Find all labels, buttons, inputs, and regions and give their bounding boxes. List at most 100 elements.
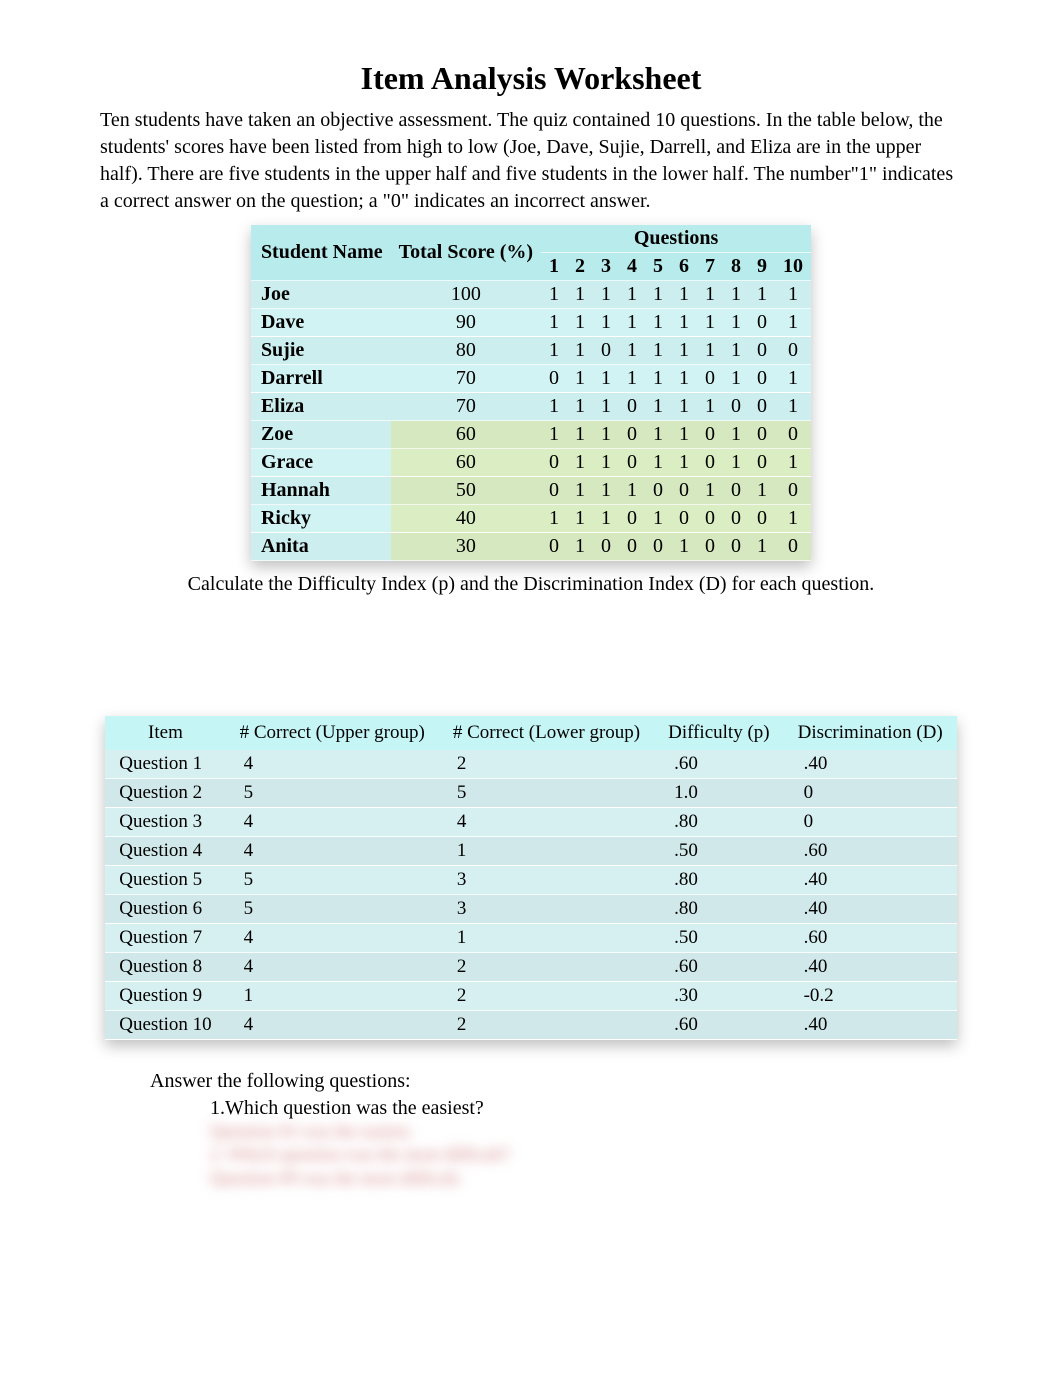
answer-cell: 1 [645,281,671,309]
answer-cell: 1 [697,309,723,337]
answer-cell: 0 [775,477,811,505]
answer-cell: 1 [593,281,619,309]
table-row: Eliza701110111001 [251,393,811,421]
student-name-cell: Dave [251,309,391,337]
answer-cell: 1 [541,421,567,449]
discrimination-cell: 0 [784,808,957,837]
table-row: Sujie801101111100 [251,337,811,365]
table-row: Question 2551.00 [105,779,956,808]
item-cell: Question 1 [105,750,225,779]
lower-correct-cell: 2 [439,1011,654,1040]
answer-cell: 1 [645,337,671,365]
answer-cell: 1 [645,449,671,477]
answer-cell: 0 [697,421,723,449]
answer-cell: 0 [749,365,775,393]
analysis-table: Item # Correct (Upper group) # Correct (… [105,716,956,1040]
answer-cell: 0 [723,393,749,421]
blurred-answer-2: Question #9 was the most difficult. [210,1167,962,1190]
discrimination-cell: .40 [784,953,957,982]
header-total-score: Total Score (%) [391,225,541,281]
item-cell: Question 8 [105,953,225,982]
answer-cell: 0 [619,533,645,561]
answer-cell: 1 [671,421,697,449]
difficulty-cell: .50 [654,837,784,866]
header-q5: 5 [645,253,671,281]
answer-cell: 0 [619,393,645,421]
page-title: Item Analysis Worksheet [100,60,962,97]
answer-cell: 0 [593,533,619,561]
answer-cell: 1 [541,337,567,365]
table-row: Ricky401110100001 [251,505,811,533]
student-name-cell: Anita [251,533,391,561]
answer-cell: 1 [671,449,697,477]
answer-cell: 1 [645,365,671,393]
discrimination-cell: .40 [784,866,957,895]
answer-cell: 1 [541,309,567,337]
answer-cell: 1 [775,449,811,477]
score-cell: 60 [391,449,541,477]
table-row: Joe1001111111111 [251,281,811,309]
answer-cell: 1 [619,337,645,365]
table-row: Grace600110110101 [251,449,811,477]
discrimination-cell: .40 [784,895,957,924]
lower-correct-cell: 2 [439,982,654,1011]
student-name-cell: Zoe [251,421,391,449]
difficulty-cell: .80 [654,808,784,837]
answer-cell: 1 [593,365,619,393]
answer-cell: 1 [749,477,775,505]
header-item: Item [105,716,225,750]
score-cell: 80 [391,337,541,365]
scores-table: Student Name Total Score (%) Questions 1… [251,225,811,561]
table-row: Question 653.80.40 [105,895,956,924]
question-1: 1.Which question was the easiest? [210,1097,962,1120]
difficulty-cell: .60 [654,750,784,779]
scores-table-wrap: Student Name Total Score (%) Questions 1… [100,225,962,561]
answer-cell: 1 [567,365,593,393]
answer-cell: 0 [671,477,697,505]
table-row: Question 842.60.40 [105,953,956,982]
student-name-cell: Darrell [251,365,391,393]
discrimination-cell: 0 [784,779,957,808]
score-cell: 40 [391,505,541,533]
header-q2: 2 [567,253,593,281]
answer-cell: 1 [541,393,567,421]
answer-cell: 0 [775,421,811,449]
table-row: Question 344.800 [105,808,956,837]
answer-cell: 0 [541,449,567,477]
upper-correct-cell: 1 [226,982,439,1011]
answer-cell: 1 [619,309,645,337]
answer-cell: 1 [671,281,697,309]
upper-correct-cell: 5 [226,779,439,808]
answer-cell: 1 [749,533,775,561]
answer-cell: 1 [593,393,619,421]
upper-correct-cell: 5 [226,895,439,924]
answer-cell: 1 [775,281,811,309]
header-q3: 3 [593,253,619,281]
answer-cell: 1 [541,281,567,309]
header-student-name: Student Name [251,225,391,281]
analysis-table-wrap: Item # Correct (Upper group) # Correct (… [100,716,962,1040]
answer-cell: 1 [619,477,645,505]
answer-cell: 1 [749,281,775,309]
followup-heading: Answer the following questions: [150,1070,962,1093]
item-cell: Question 7 [105,924,225,953]
header-q9: 9 [749,253,775,281]
lower-correct-cell: 3 [439,866,654,895]
answer-cell: 1 [645,505,671,533]
item-cell: Question 2 [105,779,225,808]
answer-cell: 1 [645,421,671,449]
answer-cell: 0 [619,421,645,449]
answer-cell: 1 [567,533,593,561]
item-cell: Question 6 [105,895,225,924]
answer-cell: 0 [749,393,775,421]
answer-cell: 0 [723,533,749,561]
blurred-question-2: 2. Which question was the most difficult… [210,1143,962,1166]
answer-cell: 0 [749,449,775,477]
answer-cell: 1 [567,505,593,533]
difficulty-cell: .30 [654,982,784,1011]
upper-correct-cell: 4 [226,1011,439,1040]
answer-cell: 0 [541,477,567,505]
answer-cell: 1 [697,337,723,365]
score-cell: 60 [391,421,541,449]
header-q7: 7 [697,253,723,281]
